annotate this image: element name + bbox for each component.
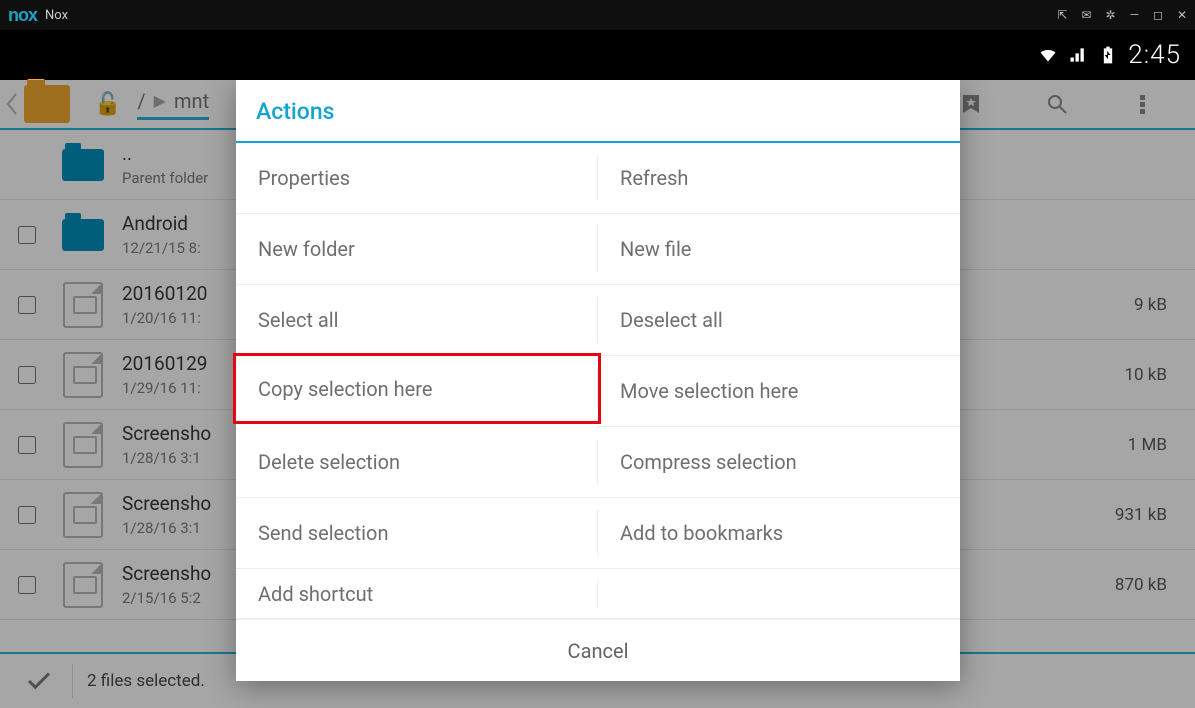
select-checkbox[interactable] — [18, 436, 36, 454]
pin-icon[interactable]: ⇱ — [1057, 8, 1067, 22]
maximize-button[interactable]: ◻ — [1153, 8, 1163, 22]
file-name: Screensho — [122, 562, 211, 585]
file-name: .. — [122, 142, 208, 165]
file-size: 9 kB — [1134, 295, 1177, 315]
cancel-button[interactable]: Cancel — [236, 619, 960, 681]
breadcrumb-path[interactable]: mnt — [174, 89, 209, 113]
android-status-bar: 2:45 — [0, 30, 1195, 80]
file-size: 931 kB — [1115, 505, 1177, 525]
file-name: 20160129 — [122, 352, 207, 375]
action-add-to-bookmarks[interactable]: Add to bookmarks — [598, 498, 960, 569]
chevron-right-icon: ▶ — [154, 91, 166, 110]
file-meta: 12/21/15 8: — [122, 239, 201, 257]
selection-count: 2 files selected. — [87, 671, 205, 691]
actions-grid: Properties Refresh New folder New file S… — [236, 143, 960, 619]
action-send-selection[interactable]: Send selection — [236, 498, 598, 569]
file-size: 1 MB — [1128, 435, 1177, 455]
file-meta: 2/15/16 5:2 — [122, 589, 211, 607]
action-compress-selection[interactable]: Compress selection — [598, 427, 960, 498]
file-name: 20160120 — [122, 282, 207, 305]
dialog-title: Actions — [236, 80, 960, 143]
nox-title-bar: nox Nox ⇱ ✉ ✲ — ◻ ✕ — [0, 0, 1195, 30]
select-checkbox[interactable] — [18, 296, 36, 314]
action-copy-selection-here[interactable]: Copy selection here — [233, 353, 601, 424]
minimize-button[interactable]: — — [1130, 8, 1139, 22]
file-meta: 1/29/16 11: — [122, 379, 207, 397]
image-file-icon — [63, 562, 103, 608]
action-refresh[interactable]: Refresh — [598, 143, 960, 214]
image-file-icon — [63, 422, 103, 468]
signal-icon — [1068, 45, 1088, 65]
action-deselect-all[interactable]: Deselect all — [598, 285, 960, 356]
select-checkbox[interactable] — [18, 576, 36, 594]
file-meta: 1/28/16 3:1 — [122, 519, 211, 537]
action-new-folder[interactable]: New folder — [236, 214, 598, 285]
settings-icon[interactable]: ✲ — [1106, 8, 1116, 22]
actions-dialog: Actions Properties Refresh New folder Ne… — [236, 80, 960, 681]
file-meta: 1/20/16 11: — [122, 309, 207, 327]
breadcrumb[interactable]: / ▶ mnt — [137, 89, 209, 120]
folder-icon — [62, 219, 104, 251]
action-select-all[interactable]: Select all — [236, 285, 598, 356]
unlock-icon[interactable]: 🔓 — [94, 92, 121, 117]
current-folder-icon — [24, 85, 70, 123]
file-name: Screensho — [122, 422, 211, 445]
mail-icon[interactable]: ✉ — [1081, 8, 1091, 22]
back-icon[interactable] — [6, 92, 18, 116]
file-meta: Parent folder — [122, 169, 208, 187]
confirm-icon[interactable] — [24, 666, 54, 696]
nox-logo: nox — [8, 5, 37, 26]
action-properties[interactable]: Properties — [236, 143, 598, 214]
folder-icon — [62, 149, 104, 181]
nox-window-title: Nox — [45, 8, 68, 23]
file-size: 10 kB — [1124, 365, 1177, 385]
close-button[interactable]: ✕ — [1177, 8, 1187, 22]
image-file-icon — [63, 352, 103, 398]
action-add-shortcut[interactable]: Add shortcut — [236, 569, 598, 619]
file-name: Android — [122, 212, 201, 235]
file-size: 870 kB — [1115, 575, 1177, 595]
wifi-icon — [1038, 45, 1058, 65]
image-file-icon — [63, 282, 103, 328]
action-delete-selection[interactable]: Delete selection — [236, 427, 598, 498]
file-meta: 1/28/16 3:1 — [122, 449, 211, 467]
file-name: Screensho — [122, 492, 211, 515]
overflow-menu-icon[interactable] — [1131, 92, 1155, 116]
select-checkbox[interactable] — [18, 226, 36, 244]
clock: 2:45 — [1128, 40, 1181, 70]
select-checkbox[interactable] — [18, 366, 36, 384]
action-move-selection-here[interactable]: Move selection here — [598, 356, 960, 427]
search-icon[interactable] — [1045, 92, 1069, 116]
action-empty — [598, 569, 960, 619]
action-new-file[interactable]: New file — [598, 214, 960, 285]
battery-icon — [1098, 45, 1118, 65]
bookmark-icon[interactable] — [959, 92, 983, 116]
image-file-icon — [63, 492, 103, 538]
nox-window-controls: ⇱ ✉ ✲ — ◻ ✕ — [1057, 8, 1187, 22]
breadcrumb-root[interactable]: / — [137, 89, 145, 113]
select-checkbox[interactable] — [18, 506, 36, 524]
